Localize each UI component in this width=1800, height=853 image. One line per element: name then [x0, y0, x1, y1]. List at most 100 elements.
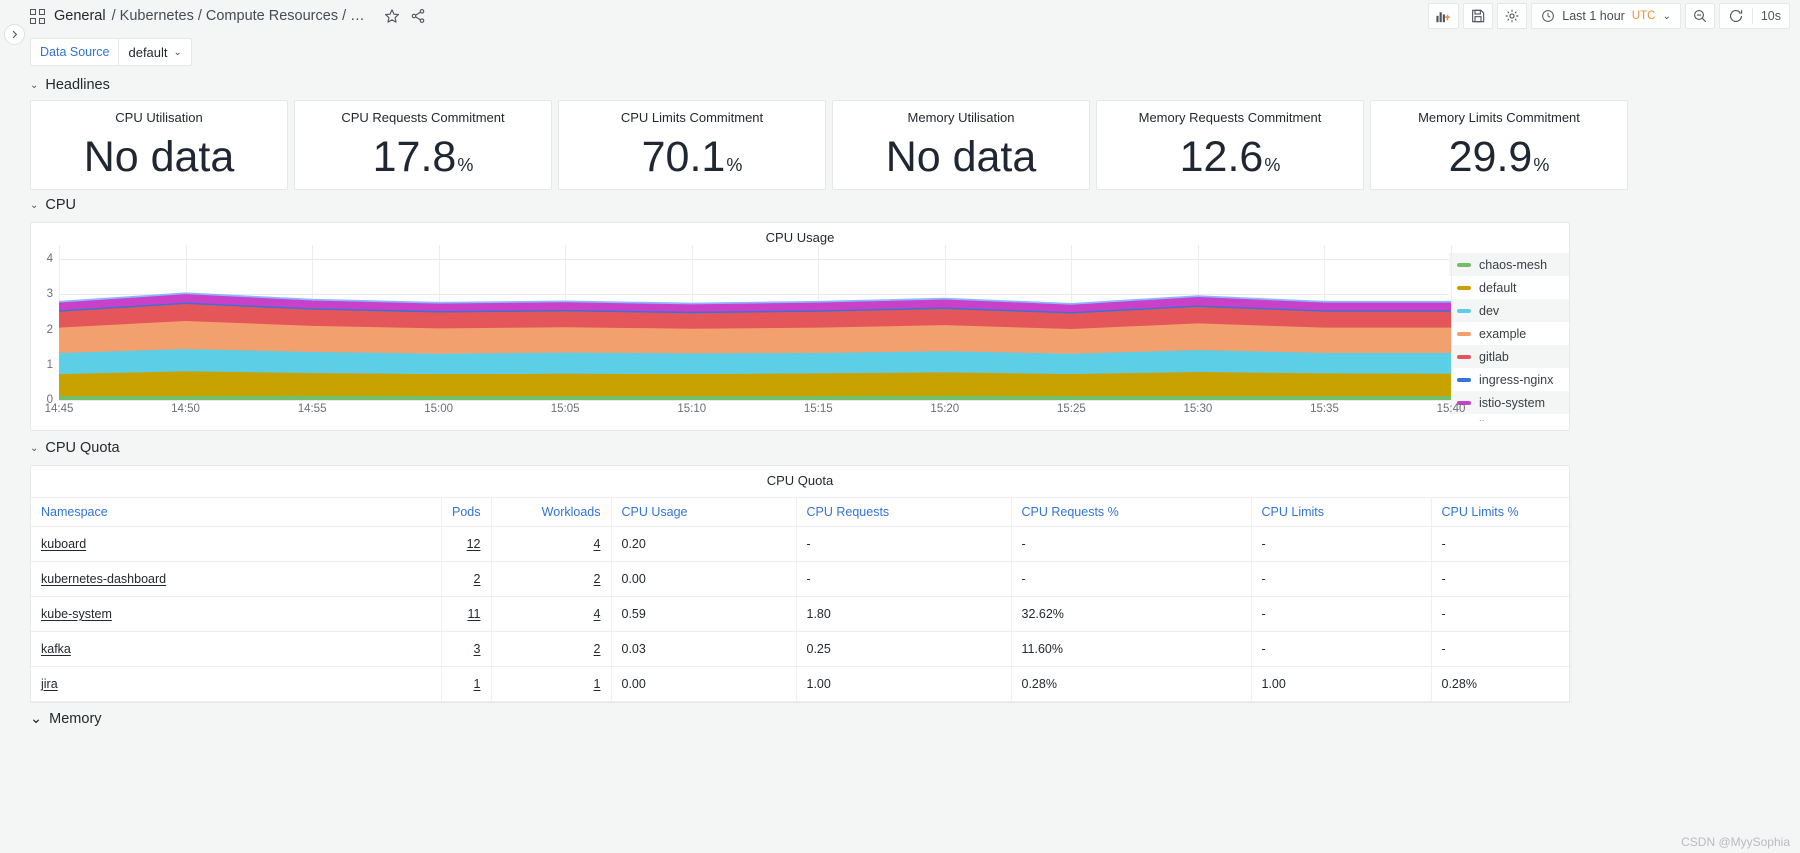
row-title-memory: Memory [49, 711, 102, 727]
refresh-icon[interactable] [1720, 8, 1752, 24]
chevron-down-icon: ⌄ [30, 442, 39, 454]
watermark-text: CSDN @MyySophia [1681, 835, 1790, 849]
stat-panel[interactable]: CPU Utilisation No data [30, 100, 288, 190]
table-cell-cpu_limits_pct: - [1431, 561, 1572, 597]
table-body: kuboard 12 4 0.20- - - - kubernetes-dashboard 2 2… [31, 526, 1572, 702]
table-cell-cpu_requests_pct: - [1011, 561, 1252, 597]
table-column-header[interactable]: Pods [441, 497, 492, 527]
legend-item[interactable]: example [1449, 322, 1569, 345]
stat-panel-value: No data [886, 136, 1037, 179]
table-cell-cpu_limits_pct: - [1431, 596, 1572, 632]
row-header-memory[interactable]: ⌄ Memory [0, 703, 1800, 727]
gridline [59, 400, 1449, 401]
table-link[interactable]: 4 [594, 537, 601, 551]
zoom-out-icon[interactable] [1684, 3, 1715, 29]
clock-icon [1542, 10, 1555, 22]
table-cell-namespace: kuboard [31, 526, 442, 562]
y-axis-tick: 3 [46, 288, 53, 301]
save-icon[interactable] [1463, 3, 1494, 29]
row-header-cpu[interactable]: ⌄ CPU [0, 192, 1800, 218]
timezone-label: UTC [1631, 10, 1656, 22]
refresh-control[interactable]: 10s [1718, 3, 1790, 29]
time-range-label: Last 1 hour [1562, 9, 1625, 23]
add-panel-icon[interactable] [1428, 3, 1460, 29]
table-link[interactable]: 2 [594, 572, 601, 586]
table-cell-pods: 1 [441, 666, 492, 702]
stat-panel-title: Memory Limits Commitment [1418, 110, 1580, 125]
legend-color-swatch [1457, 285, 1471, 290]
stat-panel[interactable]: Memory Requests Commitment 12.6% [1096, 100, 1364, 190]
stat-panel-number: 70.1 [641, 133, 726, 181]
legend-item[interactable]: istio-system [1449, 391, 1569, 414]
table-column-header[interactable]: CPU Requests [796, 497, 1012, 527]
x-axis-tick: 15:10 [677, 403, 707, 415]
table-cell-pods: 12 [441, 526, 492, 562]
stat-panel-row: CPU Utilisation No data CPU Requests Commi… [0, 98, 1800, 190]
table-link[interactable]: 11 [468, 607, 481, 621]
legend-item[interactable]: ingress-nginx [1449, 368, 1569, 391]
table-cell-workloads: 4 [491, 596, 612, 632]
breadcrumb-path[interactable]: / Kubernetes / Compute Resources / … [112, 8, 365, 24]
table-link[interactable]: 1 [594, 677, 601, 691]
legend-item[interactable]: gitlab [1449, 345, 1569, 368]
table-link[interactable]: 1 [474, 677, 481, 691]
cpu-usage-plot-area[interactable]: 01234 14:45 14:50 14:55 15:00 15:05 15:10 15:1… [31, 245, 1466, 430]
table-link[interactable]: 12 [467, 537, 481, 551]
legend-item[interactable]: jira [1449, 414, 1569, 422]
table-column-header[interactable]: CPU Limits [1251, 497, 1432, 527]
x-axis-tick: 15:25 [1056, 403, 1086, 415]
legend-color-swatch [1457, 377, 1471, 382]
table-row: kube-system 11 4 0.59 1.80 32.62% - - [31, 596, 1572, 632]
table-link[interactable]: 4 [594, 607, 601, 621]
table-cell-namespace: kubernetes-dashboard [31, 561, 442, 597]
table-link[interactable]: 2 [594, 642, 601, 656]
star-icon[interactable] [379, 3, 405, 29]
legend-item[interactable]: chaos-mesh [1449, 253, 1569, 276]
legend-item[interactable]: default [1449, 276, 1569, 299]
table-column-header[interactable]: CPU Limits % [1431, 497, 1572, 527]
table-link[interactable]: kube-system [41, 607, 112, 621]
table-link[interactable]: 2 [474, 572, 481, 586]
share-icon[interactable] [405, 3, 431, 29]
stat-panel[interactable]: Memory Utilisation No data [832, 100, 1090, 190]
panel-title-cpu-quota: CPU Quota [766, 473, 834, 488]
table-row: kafka 3 2 0.03 0.25 11.60% - - [31, 631, 1572, 667]
legend-item[interactable]: dev [1449, 299, 1569, 322]
table-link[interactable]: jira [41, 677, 58, 691]
table-column-header[interactable]: CPU Requests % [1011, 497, 1252, 527]
table-cell-cpu_requests_pct: 32.62% [1011, 596, 1252, 632]
stat-panel[interactable]: CPU Requests Commitment 17.8% [294, 100, 552, 190]
legend-label: default [1479, 280, 1517, 295]
table-cell-cpu_limits: - [1251, 526, 1432, 562]
y-axis-tick: 2 [46, 323, 53, 336]
x-axis-tick: 14:45 [44, 403, 74, 415]
legend-label: dev [1479, 303, 1500, 318]
x-axis: 14:45 14:50 14:55 15:00 15:05 15:10 15:15 15:20… [45, 403, 1466, 419]
refresh-interval[interactable]: 10s [1753, 9, 1789, 23]
stat-panel-value: 12.6% [1180, 136, 1281, 179]
table-link[interactable]: kubernetes-dashboard [41, 572, 166, 586]
time-range-picker[interactable]: Last 1 hour UTC ⌄ [1531, 3, 1681, 29]
gear-icon[interactable] [1497, 3, 1528, 29]
table-column-header[interactable]: Workloads [491, 497, 612, 527]
sidebar-expand-toggle[interactable] [4, 24, 25, 45]
table-link[interactable]: kafka [41, 642, 71, 656]
vertical-gridline [1451, 245, 1452, 400]
stat-panel-title: Memory Requests Commitment [1138, 110, 1322, 125]
legend-color-swatch [1457, 308, 1471, 313]
table-link[interactable]: kuboard [41, 537, 86, 551]
chevron-down-icon: ⌄ [30, 711, 43, 727]
breadcrumb-root[interactable]: General [54, 8, 106, 24]
table-column-header[interactable]: Namespace [31, 497, 442, 527]
stat-panel[interactable]: CPU Limits Commitment 70.1% [558, 100, 826, 190]
legend-label: gitlab [1479, 349, 1509, 364]
stat-panel[interactable]: Memory Limits Commitment 29.9% [1370, 100, 1628, 190]
row-header-cpu-quota[interactable]: ⌄ CPU Quota [0, 435, 1800, 461]
table-cell-cpu_usage: 0.03 [611, 631, 797, 667]
table-column-header[interactable]: CPU Usage [611, 497, 797, 527]
cpu-usage-panel: CPU Usage 01234 14:45 14:50 14:55 15:00 15:0… [30, 222, 1570, 431]
datasource-variable-select[interactable]: default ⌄ [118, 38, 192, 66]
row-title-cpu-quota: CPU Quota [45, 440, 120, 456]
table-link[interactable]: 3 [474, 642, 481, 656]
row-header-headlines[interactable]: ⌄ Headlines [0, 72, 1800, 98]
